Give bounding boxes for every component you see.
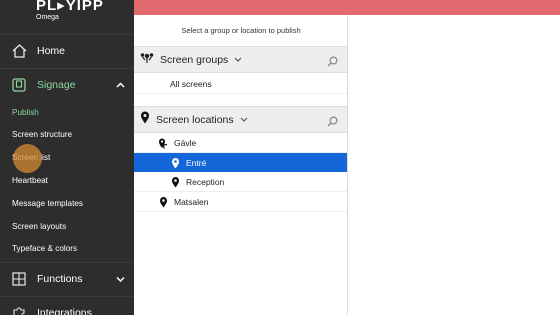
grid-icon [11,271,27,287]
brand: PL▸YIPP Omega [0,0,134,32]
screen-groups-title: Screen groups [160,53,229,66]
sidebar: PL▸YIPP Omega Home Signage Publish Scree… [0,0,134,315]
nav-functions-label: Functions [37,273,83,285]
puzzle-icon [11,305,27,315]
location-pin-icon [170,157,180,169]
chevron-down-icon[interactable] [234,55,242,64]
screen-groups-header[interactable]: Screen groups [134,46,347,73]
nav-home-label: Home [37,45,66,57]
submenu-publish[interactable]: Publish [12,108,39,117]
brand-logo[interactable]: PL▸YIPP [36,0,134,13]
location-item-matsalen[interactable]: Matsalen [134,193,347,212]
top-bar [134,0,560,15]
submenu-message-templates[interactable]: Message templates [12,199,83,208]
screen-locations-header[interactable]: Screen locations [134,106,347,133]
location-item-label: Matsalen [174,197,209,207]
brand-subtitle: Omega [36,14,59,21]
location-item-reception[interactable]: Reception [134,173,347,192]
nav-signage[interactable]: Signage [0,68,134,101]
nav-functions[interactable]: Functions [0,262,134,295]
location-item-gavle[interactable]: Gävle [134,134,347,153]
location-item-label: Reception [186,177,225,187]
nav-signage-label: Signage [37,79,76,91]
submenu-typeface-colors[interactable]: Typeface & colors [12,244,77,253]
chevron-up-icon[interactable] [116,80,125,90]
submenu-screen-layouts[interactable]: Screen layouts [12,222,66,231]
group-item-label: All screens [170,79,212,89]
location-item-label: Gävle [174,138,197,148]
nav-integrations[interactable]: Integrations [0,296,134,315]
click-indicator [13,144,42,173]
signage-icon [11,77,27,93]
submenu-screen-structure[interactable]: Screen structure [12,130,72,139]
screen-locations-title: Screen locations [156,113,234,126]
group-item-all-screens[interactable]: All screens [134,75,347,94]
group-icon [140,51,154,69]
search-icon[interactable] [327,54,338,72]
nav-integrations-label: Integrations [37,307,92,315]
location-item-label: Entré [186,157,207,168]
publish-panel: Select a group or location to publish Sc… [134,15,348,315]
location-pin-icon [140,111,150,129]
nav-home[interactable]: Home [0,34,134,67]
home-icon [11,43,27,59]
location-multi-pin-icon [158,137,168,149]
location-pin-icon [170,176,180,188]
submenu-heartbeat[interactable]: Heartbeat [12,176,48,185]
location-item-entre[interactable]: Entré [134,153,347,172]
publish-hint: Select a group or location to publish [181,26,301,35]
content-area [348,15,560,315]
location-pin-icon [158,196,168,208]
chevron-down-icon[interactable] [116,274,125,284]
search-icon[interactable] [327,114,338,132]
chevron-down-icon[interactable] [240,115,248,124]
